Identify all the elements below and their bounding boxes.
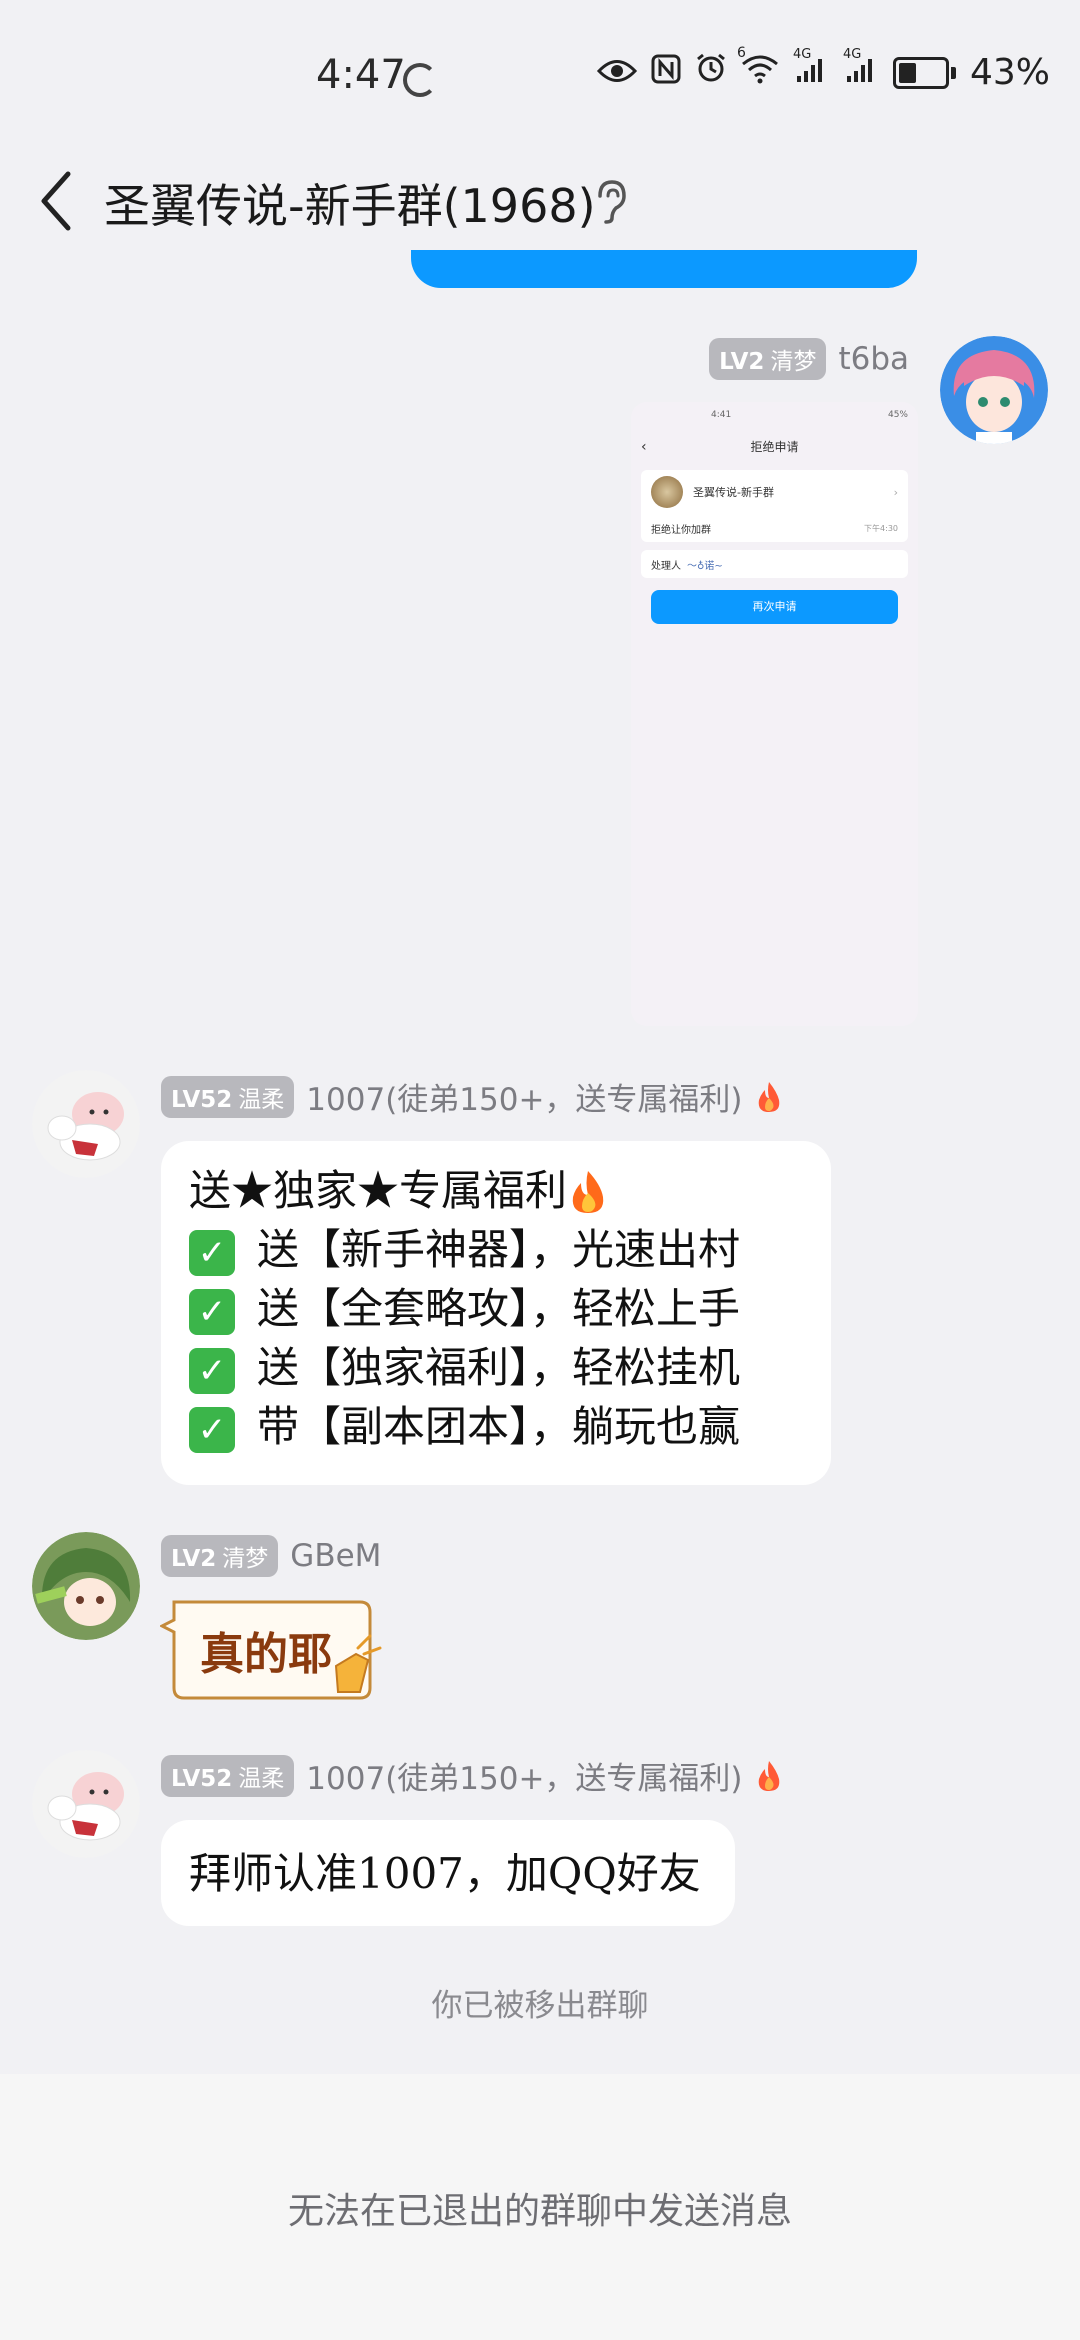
message-meta: LV2 清梦 GBeM: [161, 1535, 381, 1577]
message-text: 送★独家★专属福利: [189, 1166, 568, 1215]
sender-name[interactable]: 1007(徒弟150+，送专属福利): [306, 1074, 742, 1119]
chevron-right-icon: ›: [893, 485, 898, 499]
message-text: 送【全套略攻】，轻松上手: [257, 1284, 741, 1333]
member-badge: LV2 清梦: [161, 1535, 279, 1577]
input-disabled-bar: 无法在已退出的群聊中发送消息: [0, 2074, 1080, 2340]
message-text: 拜师认准1007，加QQ好友: [189, 1848, 701, 1898]
nfc-icon: [651, 53, 681, 93]
sender-name[interactable]: t6ba: [838, 341, 909, 377]
wifi-badge: 6: [736, 44, 746, 61]
message-bubble[interactable]: 拜师认准1007，加QQ好友: [161, 1820, 735, 1926]
footer-notice: 无法在已退出的群聊中发送消息: [287, 2191, 792, 2232]
battery-percent: 43%: [969, 52, 1050, 93]
message-text: 送【新手神器】，光速出村: [257, 1225, 741, 1274]
avatar[interactable]: [940, 336, 1048, 444]
loading-icon: [403, 63, 437, 97]
check-icon: ✓: [189, 1289, 235, 1335]
signal-icon: 4G: [793, 47, 829, 93]
status-bar: 4:47 6 4G 4G 43%: [0, 0, 1080, 150]
sticker-message[interactable]: 真的耶: [158, 1596, 394, 1704]
message-meta: LV52 温柔 1007(徒弟150+，送专属福利): [161, 1753, 783, 1798]
page-title[interactable]: 圣翼传说-新手群(1968): [104, 170, 596, 236]
sender-name[interactable]: 1007(徒弟150+，送专属福利): [306, 1753, 742, 1798]
chevron-left-icon: [41, 171, 71, 231]
avatar[interactable]: [32, 1750, 140, 1858]
check-icon: ✓: [189, 1230, 235, 1276]
avatar[interactable]: [32, 1070, 140, 1178]
image-message[interactable]: 4:41 45% ‹ 拒绝申请 圣翼传说-新手群 › 拒绝让你加群 下午4:30…: [631, 402, 918, 1026]
avatar[interactable]: [32, 1532, 140, 1640]
sender-name[interactable]: GBeM: [290, 1538, 381, 1574]
member-badge: LV52 温柔: [161, 1754, 295, 1797]
system-notice: 你已被移出群聊: [431, 1988, 649, 2024]
network-type: 4G: [842, 46, 862, 62]
check-icon: ✓: [189, 1348, 235, 1394]
message-text: 带【副本团本】，躺玩也赢: [257, 1402, 741, 1451]
ear-icon[interactable]: [590, 176, 630, 226]
sticker-text: 真的耶: [200, 1629, 332, 1680]
check-icon: ✓: [189, 1407, 235, 1453]
network-type: 4G: [792, 46, 812, 62]
status-icons: 6 4G 4G 43%: [596, 45, 1050, 93]
member-badge: LV2 清梦: [709, 338, 827, 380]
signal-icon: 4G: [843, 47, 879, 93]
message-meta: LV52 温柔 1007(徒弟150+，送专属福利): [161, 1074, 783, 1119]
eye-icon: [596, 53, 638, 93]
group-avatar: [651, 476, 683, 508]
alarm-icon: [695, 52, 727, 93]
message-bubble[interactable]: 送★独家★专属福利 ✓ 送【新手神器】，光速出村 ✓ 送【全套略攻】，轻松上手 ✓ 送…: [161, 1141, 831, 1485]
chat-header: 圣翼传说-新手群(1968): [0, 150, 1080, 260]
fire-emoji-icon: [572, 1171, 604, 1213]
message-text: 送【独家福利】，轻松挂机: [257, 1343, 741, 1392]
status-time: 4:47: [316, 52, 406, 98]
back-button[interactable]: [36, 168, 96, 238]
flame-icon: [758, 1081, 779, 1112]
wifi-icon: 6: [737, 45, 779, 93]
battery-icon: [892, 56, 949, 89]
member-badge: LV52 温柔: [161, 1075, 295, 1118]
message-meta: LV2 清梦 t6ba: [709, 338, 909, 380]
previous-message-bubble[interactable]: [411, 250, 917, 288]
flame-icon: [758, 1760, 779, 1791]
chevron-left-icon: ‹: [641, 439, 647, 455]
